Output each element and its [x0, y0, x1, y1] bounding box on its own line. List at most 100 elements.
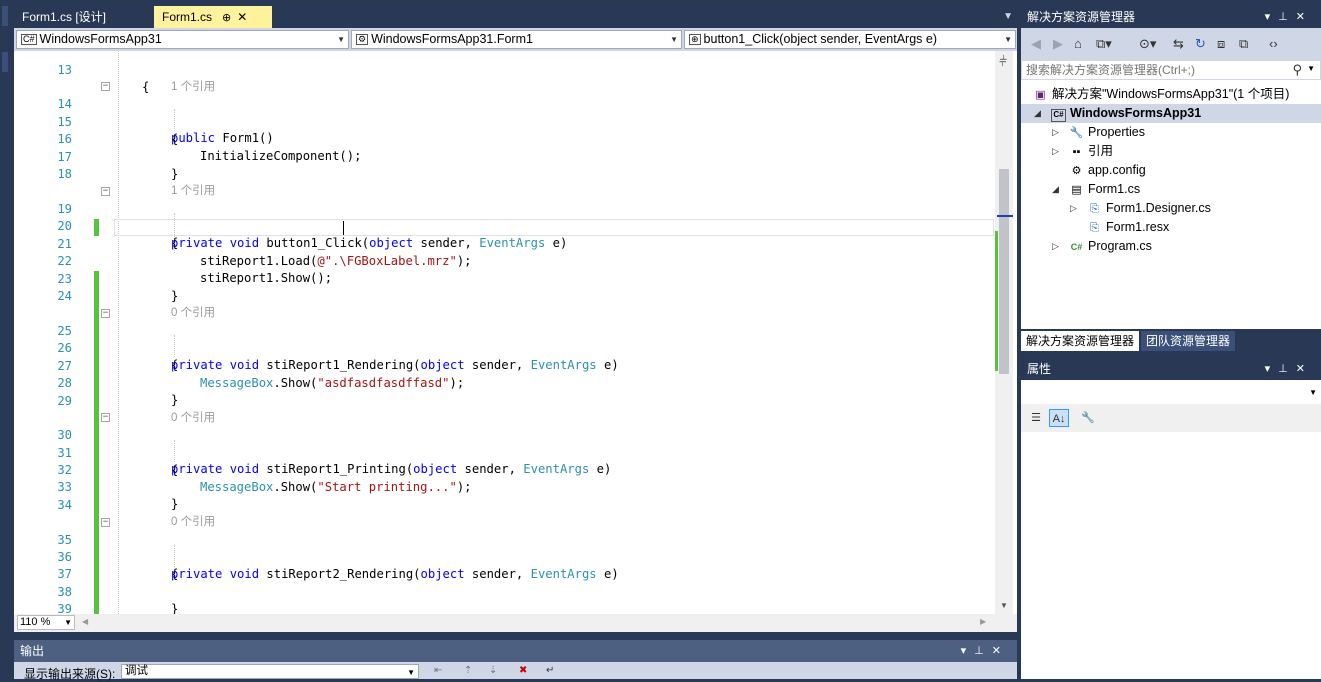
clear-all-icon[interactable]: ✖ — [519, 665, 527, 676]
code-line: 33 } — [14, 462, 994, 511]
search-icon[interactable]: ⚲ — [1292, 62, 1302, 78]
code-line: 18 — [14, 149, 994, 181]
codelens-line: 0 个引用 — [14, 601, 994, 614]
collapse-all-icon[interactable]: ⧈ — [1217, 36, 1225, 52]
collapse-icon[interactable]: − — [101, 82, 110, 91]
pin-icon[interactable]: ⊥ — [974, 645, 992, 657]
code-line: 29 — [14, 376, 994, 408]
search-input[interactable] — [1026, 63, 1286, 77]
tree-item-properties[interactable]: ▷ 🔧 Properties — [1052, 123, 1145, 142]
view-code-icon[interactable]: ‹› — [1269, 36, 1278, 51]
next-message-icon[interactable]: ⇣ — [489, 665, 497, 676]
tab-solution-explorer[interactable]: 解决方案资源管理器 — [1021, 331, 1140, 351]
tree-item-label: Form1.resx — [1106, 220, 1170, 234]
code-editor[interactable]: 13 { 1 个引用 14 − public Form1() 15 { 16 I… — [14, 51, 1017, 614]
output-title: 输出 — [20, 644, 45, 658]
expanded-triangle-icon[interactable]: ◢ — [1034, 104, 1041, 123]
scroll-right-icon[interactable]: ▶ — [980, 617, 986, 626]
codelens-line: 1 个引用 — [14, 62, 994, 93]
alphabetical-icon[interactable]: A↓ — [1049, 409, 1069, 427]
tab-label: Form1.cs — [162, 10, 213, 24]
collapse-icon[interactable]: − — [101, 413, 110, 422]
pin-icon[interactable]: ⊕ — [222, 12, 231, 24]
dropdown-icon[interactable]: ▾ — [1265, 363, 1279, 375]
tree-item-label: Form1.Designer.cs — [1106, 201, 1211, 215]
previous-message-icon[interactable]: ⇡ — [464, 665, 472, 676]
code-line: 16 InitializeComponent(); — [14, 114, 994, 163]
property-pages-icon[interactable]: 🔧 — [1078, 409, 1098, 427]
collapsed-triangle-icon[interactable]: ▷ — [1052, 142, 1059, 161]
collapsed-triangle-icon[interactable]: ▷ — [1070, 199, 1077, 218]
tab-team-explorer[interactable]: 团队资源管理器 — [1141, 331, 1236, 351]
tree-item-references[interactable]: ▷ ▪▪ 引用 — [1052, 142, 1114, 161]
dropdown-icon[interactable]: ▾ — [961, 645, 975, 657]
class-dropdown[interactable]: ⚙ WindowsFormsApp31.Form1 ▼ — [351, 30, 682, 49]
collapse-icon[interactable]: − — [101, 309, 110, 318]
zoom-dropdown[interactable]: 110 % ▼ — [17, 615, 75, 630]
scroll-left-icon[interactable]: ◀ — [82, 617, 88, 626]
code-line: 21 stiReport1.Load(@".\FGBoxLabel.mrz"); — [14, 219, 994, 268]
code-line: 25 − private void stiReport1_Rendering(o… — [14, 306, 994, 373]
show-all-files-icon[interactable]: ⧉ — [1239, 36, 1248, 52]
home-icon[interactable]: ⌂ — [1074, 36, 1082, 51]
word-wrap-icon[interactable]: ↵ — [546, 665, 554, 676]
pin-icon[interactable]: ⊥ — [1278, 11, 1296, 23]
tree-item-form1-designer[interactable]: ▷ ⎘ Form1.Designer.cs — [1070, 199, 1211, 218]
tree-item-project[interactable]: ◢ C# WindowsFormsApp31 — [1021, 104, 1321, 123]
tree-item-label: 引用 — [1088, 144, 1114, 158]
tree-item-app-config[interactable]: ⚙ app.config — [1069, 161, 1146, 180]
switch-views-icon[interactable]: ⧉▾ — [1096, 36, 1112, 52]
tree-item-form1[interactable]: ◢ ▤ Form1.cs — [1052, 180, 1140, 199]
sync-icon[interactable]: ⇆ — [1173, 36, 1184, 52]
scrollbar-thumb[interactable] — [999, 169, 1009, 374]
close-icon[interactable]: ✕ — [992, 645, 1009, 657]
references-icon: ▪▪ — [1072, 146, 1081, 158]
tab-label: 解决方案资源管理器 — [1026, 334, 1135, 348]
server-explorer-tab[interactable] — [2, 52, 8, 72]
tree-item-solution[interactable]: ▣ 解决方案"WindowsFormsApp31"(1 个项目) — [1033, 85, 1289, 104]
collapse-icon[interactable]: − — [101, 187, 110, 196]
expanded-triangle-icon[interactable]: ◢ — [1052, 180, 1059, 199]
toolbox-tab[interactable] — [2, 6, 8, 26]
collapse-icon[interactable]: − — [101, 518, 110, 527]
chevron-down-icon[interactable]: ▼ — [1307, 64, 1315, 73]
properties-toolbar: ☰ A↓ 🔧 — [1021, 404, 1321, 432]
back-icon[interactable]: ◀ — [1031, 36, 1041, 52]
project-dropdown-value: WindowsFormsApp31 — [39, 32, 162, 46]
tree-item-program[interactable]: ▷ C# Program.cs — [1052, 237, 1152, 256]
dropdown-icon[interactable]: ▾ — [1265, 11, 1279, 23]
refresh-icon[interactable]: ↻ — [1195, 36, 1206, 52]
solution-explorer-title: 解决方案资源管理器 — [1027, 10, 1136, 24]
split-window-icon[interactable]: ⫩ — [999, 53, 1007, 70]
pending-changes-filter-icon[interactable]: ⊙▾ — [1139, 36, 1156, 52]
member-dropdown[interactable]: ⊕ button1_Click(object sender, EventArgs … — [684, 30, 1016, 49]
project-dropdown[interactable]: C# WindowsFormsApp31 ▼ — [16, 30, 349, 49]
wrench-icon: 🔧 — [1069, 127, 1084, 139]
tab-form1-code[interactable]: Form1.cs ⊕ ✕ — [154, 6, 272, 28]
collapsed-triangle-icon[interactable]: ▷ — [1052, 123, 1059, 142]
panel-controls: ▾⊥✕ — [1265, 358, 1313, 380]
code-line: 32 MessageBox.Show("Start printing..."); — [14, 445, 994, 494]
scroll-down-icon[interactable]: ▼ — [1000, 601, 1008, 610]
tree-item-label: WindowsFormsApp31 — [1070, 106, 1202, 120]
left-tool-strip — [0, 0, 10, 679]
output-panel: 输出 ▾⊥✕ 显示输出来源(S): 调试 ▼ ⇤ ⇡ ⇣ ✖ ↵ — [14, 640, 1017, 681]
close-icon[interactable]: ✕ — [1296, 363, 1313, 375]
tab-form1-design[interactable]: Form1.cs [设计] — [14, 6, 154, 28]
forward-icon[interactable]: ▶ — [1053, 36, 1063, 52]
output-source-label: 显示输出来源(S): — [24, 667, 116, 681]
pin-icon[interactable]: ⊥ — [1278, 363, 1296, 375]
output-source-value: 调试 — [125, 665, 148, 677]
close-icon[interactable]: ✕ — [237, 10, 247, 24]
object-selector-dropdown[interactable]: ▼ — [1021, 380, 1321, 405]
tab-overflow-icon[interactable]: ▼ — [1003, 11, 1013, 22]
collapsed-triangle-icon[interactable]: ▷ — [1052, 237, 1059, 256]
code-line: 27 MessageBox.Show("asdfasdfasdffasd"); — [14, 341, 994, 390]
close-icon[interactable]: ✕ — [1296, 11, 1313, 23]
tree-item-form1-resx[interactable]: ⎘ Form1.resx — [1087, 218, 1169, 237]
output-source-dropdown[interactable]: 调试 ▼ — [121, 664, 419, 679]
find-message-icon[interactable]: ⇤ — [434, 665, 442, 676]
chevron-down-icon: ▼ — [407, 668, 415, 677]
vertical-scrollbar[interactable]: ⫩ ▼ — [995, 51, 1013, 614]
categorized-icon[interactable]: ☰ — [1026, 409, 1046, 427]
